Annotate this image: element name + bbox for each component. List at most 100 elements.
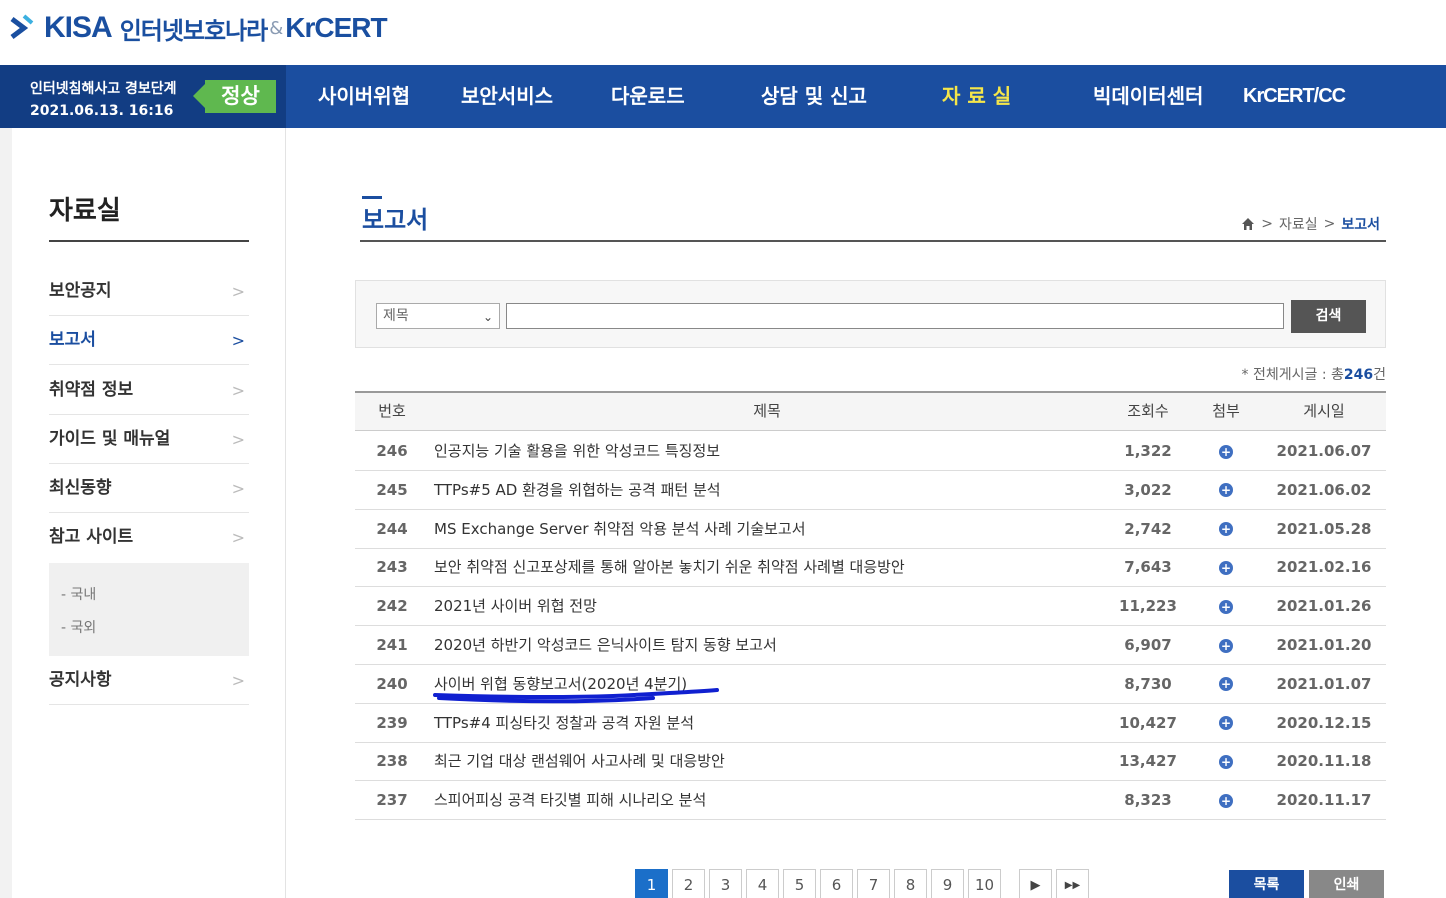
row-title-link[interactable]: TTPs#4 피싱타깃 정찰과 공격 자원 분석 bbox=[434, 704, 694, 742]
sidebar: 자료실 보안공지 > 보고서 > 취약점 정보 > 가이드 및 매뉴얼 > 최신동향 > … bbox=[12, 128, 286, 898]
sidebar-item-reference-sites[interactable]: 참고 사이트 > bbox=[49, 513, 249, 562]
row-title-link[interactable]: 2020년 하반기 악성코드 은닉사이트 탐지 동향 보고서 bbox=[434, 626, 777, 664]
page-3-button[interactable]: 3 bbox=[709, 869, 742, 898]
row-title-link[interactable]: 스피어피싱 공격 타깃별 피해 시나리오 분석 bbox=[434, 781, 706, 819]
table-row[interactable]: 237 스피어피싱 공격 타깃별 피해 시나리오 분석 8,323 2020.11.1… bbox=[355, 781, 1386, 821]
header-views: 조회수 bbox=[1127, 402, 1169, 420]
row-views: 6,907 bbox=[1124, 636, 1172, 654]
breadcrumb-archive[interactable]: 자료실 bbox=[1279, 214, 1318, 234]
row-num: 240 bbox=[376, 674, 408, 693]
row-title-link[interactable]: TTPs#5 AD 환경을 위협하는 공격 패턴 분석 bbox=[434, 471, 721, 509]
sidebar-item-vulnerability[interactable]: 취약점 정보 > bbox=[49, 366, 249, 415]
row-date: 2021.01.07 bbox=[1276, 674, 1372, 693]
print-button[interactable]: 인쇄 bbox=[1309, 870, 1384, 898]
row-title-link[interactable]: 최근 기업 대상 랜섬웨어 사고사례 및 대응방안 bbox=[434, 742, 725, 780]
row-title-link[interactable]: 인공지능 기술 활용을 위한 악성코드 특징정보 bbox=[434, 432, 720, 470]
home-icon[interactable] bbox=[1241, 217, 1255, 231]
search-field-select[interactable]: 제목 ⌄ bbox=[376, 303, 500, 329]
page-4-button[interactable]: 4 bbox=[746, 869, 779, 898]
row-views: 1,322 bbox=[1124, 442, 1172, 460]
table-row[interactable]: 238 최근 기업 대상 랜섬웨어 사고사례 및 대응방안 13,427 2020.1… bbox=[355, 742, 1386, 782]
search-input[interactable] bbox=[506, 303, 1284, 329]
sidebar-item-label: 취약점 정보 bbox=[49, 380, 134, 400]
page-2-button[interactable]: 2 bbox=[672, 869, 705, 898]
row-title-link[interactable]: 보안 취약점 신고포상제를 통해 알아본 놓치기 쉬운 취약점 사례별 대응방안 bbox=[434, 548, 905, 586]
attachment-plus-icon bbox=[1219, 588, 1233, 626]
alert-level-panel[interactable]: 인터넷침해사고 경보단계 2021.06.13. 16:16 정상 bbox=[0, 65, 286, 128]
table-row[interactable]: 245 TTPs#5 AD 환경을 위협하는 공격 패턴 분석 3,022 2021.… bbox=[355, 471, 1386, 510]
attachment-plus-icon bbox=[1219, 433, 1233, 471]
page-6-button[interactable]: 6 bbox=[820, 869, 853, 898]
attachment-icon[interactable] bbox=[1195, 742, 1257, 781]
table-row[interactable]: 243 보안 취약점 신고포상제를 통해 알아본 놓치기 쉬운 취약점 사례별 대… bbox=[355, 548, 1386, 588]
alert-level-badge: 정상 bbox=[193, 80, 276, 113]
list-button[interactable]: 목록 bbox=[1229, 870, 1304, 898]
sidebar-sub-overseas[interactable]: - 국외 bbox=[61, 617, 96, 637]
row-date: 2021.06.02 bbox=[1276, 480, 1372, 499]
table-row[interactable]: 242 2021년 사이버 위협 전망 11,223 2021.01.26 bbox=[355, 587, 1386, 627]
page-7-button[interactable]: 7 bbox=[857, 869, 890, 898]
nav-security-service[interactable]: 보안서비스 bbox=[461, 65, 553, 128]
search-button[interactable]: 검색 bbox=[1291, 300, 1366, 333]
divider bbox=[360, 240, 1386, 242]
breadcrumb: > 자료실 > 보고서 bbox=[1241, 214, 1380, 234]
search-field-value: 제목 bbox=[383, 308, 409, 324]
chevron-right-icon: > bbox=[231, 381, 245, 400]
row-views: 2,742 bbox=[1124, 519, 1172, 538]
table-row[interactable]: 244 MS Exchange Server 취약점 악용 분석 사례 기술보고서… bbox=[355, 510, 1386, 549]
logo-amp: & bbox=[269, 17, 284, 39]
sidebar-item-guide[interactable]: 가이드 및 매뉴얼 > bbox=[49, 415, 249, 464]
logo-krcert: KrCERT bbox=[285, 12, 387, 43]
main-nav: 인터넷침해사고 경보단계 2021.06.13. 16:16 정상 사이버위협 … bbox=[0, 65, 1446, 128]
sidebar-item-report[interactable]: 보고서 > bbox=[49, 316, 249, 365]
sidebar-item-notice[interactable]: 보안공지 > bbox=[49, 267, 249, 316]
page-5-button[interactable]: 5 bbox=[783, 869, 816, 898]
attachment-icon[interactable] bbox=[1195, 665, 1257, 703]
attachment-plus-icon bbox=[1219, 704, 1233, 742]
attachment-icon[interactable] bbox=[1195, 626, 1257, 665]
attachment-icon[interactable] bbox=[1195, 781, 1257, 820]
logo[interactable]: KISA 인터넷보호나라 & KrCERT bbox=[10, 8, 388, 48]
chevron-right-icon: > bbox=[231, 430, 245, 449]
row-views: 11,223 bbox=[1119, 597, 1177, 616]
attachment-icon[interactable] bbox=[1195, 471, 1257, 509]
page-10-button[interactable]: 10 bbox=[968, 869, 1001, 898]
row-title-link[interactable]: MS Exchange Server 취약점 악용 분석 사례 기술보고서 bbox=[434, 510, 806, 548]
header: KISA 인터넷보호나라 & KrCERT bbox=[0, 0, 1446, 65]
attachment-icon[interactable] bbox=[1195, 587, 1257, 626]
row-num: 241 bbox=[376, 636, 408, 654]
nav-download[interactable]: 다운로드 bbox=[611, 65, 685, 128]
nav-bigdata[interactable]: 빅데이터센터 bbox=[1093, 65, 1203, 128]
attachment-icon[interactable] bbox=[1195, 510, 1257, 548]
page-title: 보고서 bbox=[362, 196, 428, 235]
chevron-right-icon: > bbox=[231, 671, 245, 690]
next-page-icon[interactable]: ▶ bbox=[1019, 869, 1052, 898]
table-row[interactable]: 239 TTPs#4 피싱타깃 정찰과 공격 자원 분석 10,427 2020.12… bbox=[355, 704, 1386, 743]
header-title: 제목 bbox=[753, 402, 781, 420]
alert-label: 인터넷침해사고 경보단계 bbox=[30, 81, 177, 97]
chevron-right-icon: > bbox=[231, 528, 245, 547]
sidebar-item-announcements[interactable]: 공지사항 > bbox=[49, 656, 249, 705]
page-8-button[interactable]: 8 bbox=[894, 869, 927, 898]
pagination: 1 2 3 4 5 6 7 8 9 10 ▶ ▶▶ bbox=[635, 869, 1089, 898]
total-count: * 전체게시글 : 총246건 bbox=[1242, 364, 1386, 384]
main-content: 보고서 > 자료실 > 보고서 제목 ⌄ 검색 * 전체게시글 : 총246건 번… bbox=[355, 128, 1386, 898]
nav-consult-report[interactable]: 상담 및 신고 bbox=[761, 65, 867, 128]
nav-cyber-threat[interactable]: 사이버위협 bbox=[318, 65, 410, 128]
nav-archive[interactable]: 자 료 실 bbox=[942, 65, 1011, 128]
page-9-button[interactable]: 9 bbox=[931, 869, 964, 898]
table-row[interactable]: 246 인공지능 기술 활용을 위한 악성코드 특징정보 1,322 2021.06.… bbox=[355, 432, 1386, 471]
attachment-icon[interactable] bbox=[1195, 548, 1257, 587]
divider bbox=[49, 240, 249, 242]
sidebar-item-trends[interactable]: 최신동향 > bbox=[49, 464, 249, 513]
last-page-icon[interactable]: ▶▶ bbox=[1056, 869, 1089, 898]
sidebar-sub-domestic[interactable]: - 국내 bbox=[61, 584, 96, 604]
attachment-icon[interactable] bbox=[1195, 432, 1257, 471]
nav-krcert[interactable]: KrCERT/CC bbox=[1243, 65, 1346, 128]
row-views: 8,323 bbox=[1124, 791, 1172, 810]
page-1-button[interactable]: 1 bbox=[635, 869, 668, 898]
sidebar-item-label: 보고서 bbox=[49, 330, 96, 350]
row-title-link[interactable]: 2021년 사이버 위협 전망 bbox=[434, 587, 597, 625]
table-row[interactable]: 241 2020년 하반기 악성코드 은닉사이트 탐지 동향 보고서 6,907 20… bbox=[355, 626, 1386, 665]
attachment-icon[interactable] bbox=[1195, 704, 1257, 742]
